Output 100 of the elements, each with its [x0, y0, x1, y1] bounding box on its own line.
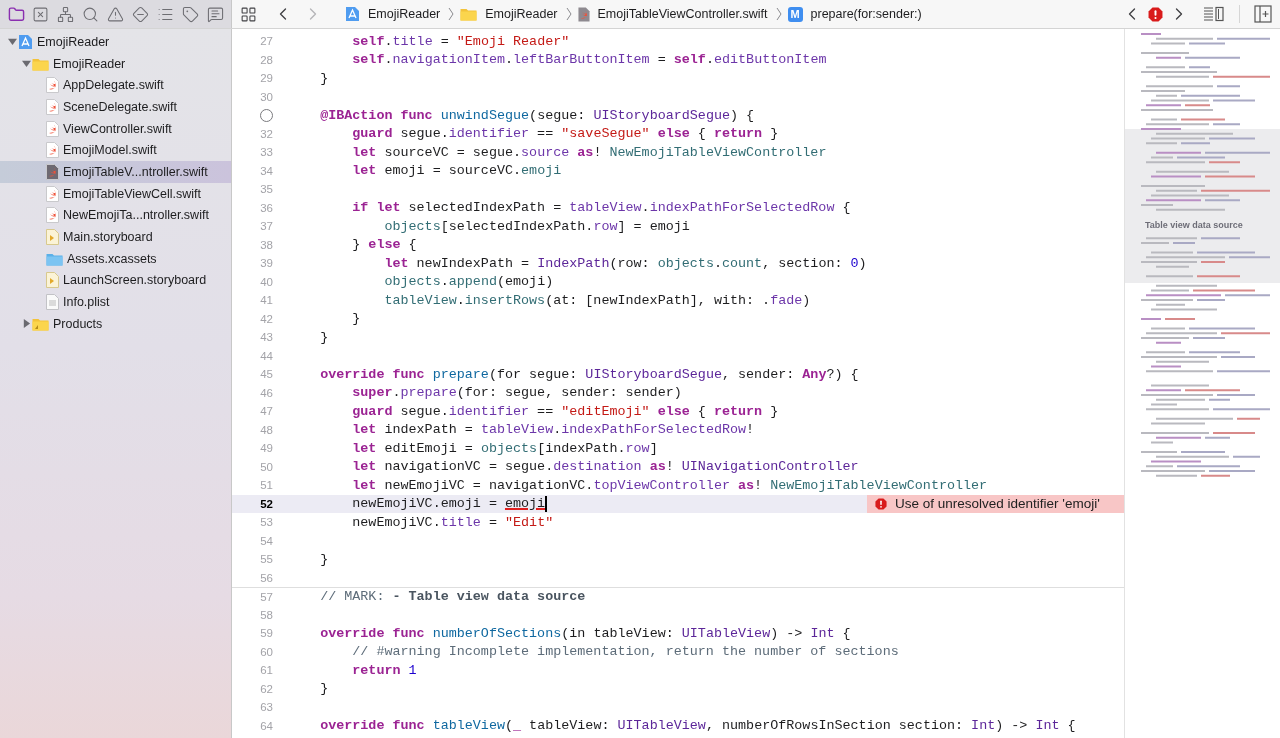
swift-file-icon — [46, 142, 59, 159]
navigator-row[interactable]: Products — [0, 312, 231, 335]
code-line: self.navigationItem.leftBarButtonItem = self.editButtonItem — [351, 52, 827, 68]
code-line: // MARK: - Table view data source — [319, 589, 586, 605]
code-line: } — [351, 311, 361, 327]
navigator-item[interactable]: Assets.xcassets — [67, 251, 157, 266]
navigator-item[interactable]: LaunchScreen.storyboard — [63, 273, 207, 288]
folder-icon[interactable] — [6, 4, 26, 24]
navigator-row[interactable]: EmojiTableV...ntroller.swift — [0, 161, 231, 183]
speech-bubble-icon[interactable] — [205, 4, 225, 24]
line-number: 37 — [260, 220, 273, 233]
navigator-row[interactable]: Info.plist — [0, 291, 231, 313]
navigator-row[interactable]: EmojiReader — [0, 31, 231, 53]
breadcrumb[interactable]: EmojiTableViewController.swift — [595, 7, 770, 21]
line-number: 58 — [260, 608, 273, 621]
disclosure-triangle-icon[interactable] — [21, 59, 31, 69]
code-line: tableView.insertRows(at: [newIndexPath], with: .fade) — [383, 292, 811, 308]
navigator-row[interactable]: NewEmojiTa...ntroller.swift — [0, 204, 231, 227]
line-number: 39 — [260, 257, 273, 270]
line-number: 53 — [260, 516, 273, 529]
code-line: let emoji = sourceVC.emoji — [351, 163, 562, 179]
line-number: 62 — [260, 682, 273, 695]
navigator-row[interactable]: EmojiModel.swift — [0, 139, 231, 162]
code-line: override func numberOfSections(in tableView: UITableView) -> Int { — [319, 625, 851, 641]
add-editor-icon[interactable] — [1254, 5, 1272, 23]
code-line: newEmojiVC.emoji = emoji — [351, 496, 546, 512]
chevron-separator-icon — [565, 7, 572, 21]
disclosure-triangle-icon[interactable] — [7, 37, 17, 47]
disclosure-triangle-icon[interactable] — [21, 319, 31, 329]
navigator-row[interactable]: LaunchScreen.storyboard — [0, 269, 231, 292]
line-number: 33 — [260, 146, 273, 159]
navigator-item[interactable]: EmojiModel.swift — [63, 143, 157, 158]
navigator-item[interactable]: Products — [53, 316, 103, 331]
line-number: 44 — [260, 349, 273, 362]
line-number: 45 — [260, 368, 273, 381]
navigator-row[interactable]: EmojiTableViewCell.swift — [0, 182, 231, 205]
swift-file-icon — [46, 98, 59, 115]
swift-file-icon — [46, 207, 59, 224]
code-line: } — [319, 70, 329, 86]
code-line: if let selectedIndexPath = tableView.indexPathForSelectedRow { — [351, 200, 851, 216]
navigator-row[interactable]: Main.storyboard — [0, 226, 231, 248]
navigator-item[interactable]: EmojiReader — [53, 56, 126, 71]
x-square-icon[interactable] — [30, 4, 51, 24]
swift-file-icon — [46, 185, 59, 202]
diamond-minus-icon[interactable] — [130, 4, 151, 24]
navigator-item[interactable]: EmojiTableViewCell.swift — [63, 186, 201, 201]
storyboard-file-icon — [46, 272, 59, 289]
breadcrumb[interactable]: EmojiReader — [366, 7, 443, 21]
grid-icon[interactable] — [240, 5, 257, 23]
code-line: newEmojiVC.title = "Edit" — [351, 514, 554, 530]
hierarchy-icon[interactable] — [55, 4, 76, 24]
navigator-item[interactable]: AppDelegate.swift — [63, 78, 164, 93]
line-number: 56 — [260, 571, 273, 584]
error-icon — [875, 497, 887, 510]
line-number: 38 — [260, 238, 273, 251]
warning-icon[interactable] — [105, 4, 126, 24]
code-line: objects[selectedIndexPath.row] = emoji — [383, 218, 690, 234]
line-number: 36 — [260, 201, 273, 214]
line-number: 30 — [260, 90, 273, 103]
file-icon — [46, 294, 59, 311]
code-line: guard segue.identifier == "editEmoji" else { return } — [351, 403, 779, 419]
navigator-row[interactable]: SceneDelegate.swift — [0, 96, 231, 118]
navigator-row[interactable]: ViewController.swift — [0, 117, 231, 140]
code-line: let navigationVC = segue.destination as! UINavigationController — [351, 459, 859, 475]
line-number: 28 — [260, 53, 273, 66]
navigator-item[interactable]: EmojiReader — [37, 34, 110, 49]
line-number: 34 — [260, 164, 273, 177]
breadcrumb[interactable]: prepare(for:sender:) — [808, 7, 924, 21]
code-line: self.title = "Emoji Reader" — [351, 33, 570, 49]
code-line: let indexPath = tableView.indexPathForSelectedRow! — [351, 422, 755, 438]
chevron-separator-icon — [775, 7, 782, 21]
navigator-item[interactable]: Main.storyboard — [63, 230, 153, 245]
tag-icon[interactable] — [180, 4, 201, 24]
code-line: @IBAction func unwindSegue(segue: UIStoryboardSegue) { — [319, 107, 755, 123]
line-number: 64 — [260, 719, 273, 732]
line-number: 54 — [260, 534, 273, 547]
line-number: 43 — [260, 331, 273, 344]
code-line: super.prepare(for: segue, sender: sender) — [351, 385, 682, 401]
code-line: override func prepare(for segue: UIStoryboardSegue, sender: Any?) { — [319, 366, 859, 382]
navigator-row[interactable]: Assets.xcassets — [0, 247, 231, 270]
code-line: let newEmojiVC = navigationVC.topViewController as! NewEmojiTableViewController — [351, 477, 988, 493]
folder-icon — [32, 316, 49, 331]
navigator-item[interactable]: NewEmojiTa...ntroller.swift — [63, 208, 209, 223]
line-number: 47 — [260, 405, 273, 418]
line-number: 50 — [260, 460, 273, 473]
line-number: 48 — [260, 423, 273, 436]
navigator-row[interactable]: AppDelegate.swift — [0, 74, 231, 97]
line-number: 29 — [260, 72, 273, 85]
line-number: 46 — [260, 386, 273, 399]
navigator-row[interactable]: EmojiReader — [0, 52, 231, 75]
line-number: 61 — [260, 664, 273, 677]
line-number: 60 — [260, 645, 273, 658]
editor-options-icon[interactable] — [1203, 6, 1225, 22]
navigator-item[interactable]: ViewController.swift — [63, 121, 172, 136]
method-badge: M — [787, 6, 803, 22]
code-line: } else { — [351, 237, 417, 253]
navigator-item[interactable]: EmojiTableV...ntroller.swift — [63, 164, 208, 179]
navigator-item[interactable]: Info.plist — [63, 295, 110, 310]
breadcrumb[interactable]: EmojiReader — [483, 7, 560, 21]
navigator-item[interactable]: SceneDelegate.swift — [63, 99, 177, 114]
